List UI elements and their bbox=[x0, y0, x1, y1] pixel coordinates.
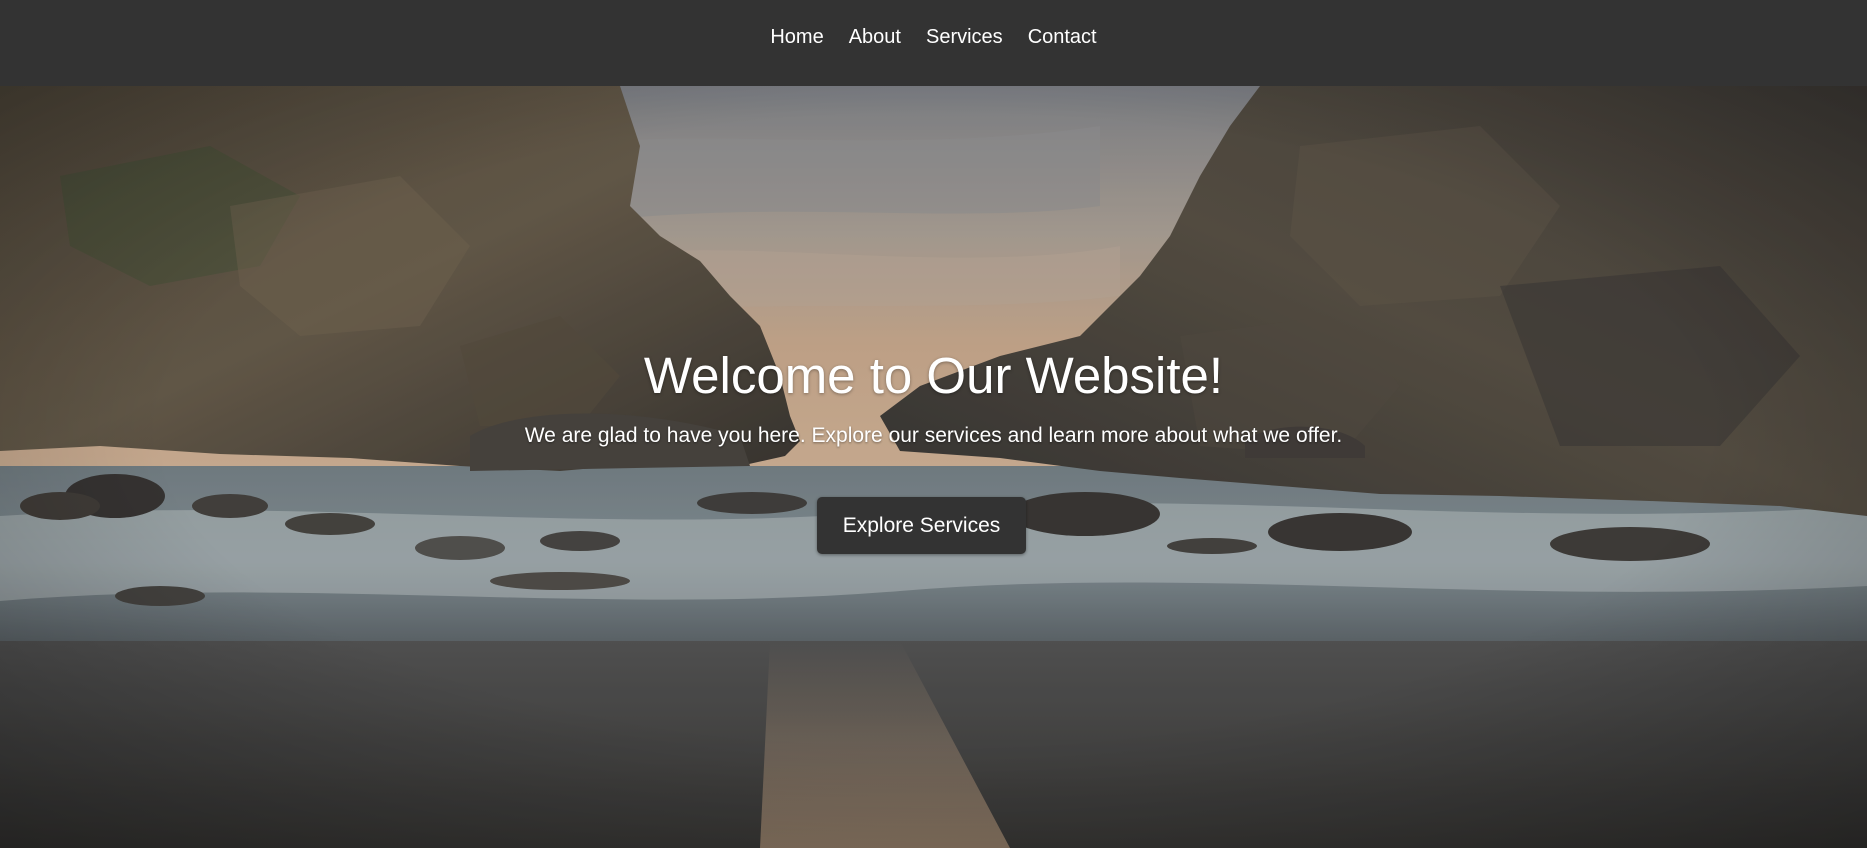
hero-section: Welcome to Our Website! We are glad to h… bbox=[0, 86, 1867, 848]
nav-link-home[interactable]: Home bbox=[758, 26, 836, 48]
hero-content: Welcome to Our Website! We are glad to h… bbox=[0, 86, 1867, 848]
nav-item-contact: Contact bbox=[1015, 25, 1109, 49]
nav-item-about: About bbox=[836, 25, 913, 49]
nav-link-about[interactable]: About bbox=[836, 26, 913, 48]
hero-subtitle: We are glad to have you here. Explore ou… bbox=[524, 424, 1343, 447]
explore-services-button[interactable]: Explore Services bbox=[817, 497, 1026, 554]
nav-link-services[interactable]: Services bbox=[913, 26, 1015, 48]
nav-item-home: Home bbox=[758, 25, 836, 49]
hero-title: Welcome to Our Website! bbox=[643, 347, 1224, 404]
nav-link-contact[interactable]: Contact bbox=[1015, 26, 1109, 48]
nav-item-services: Services bbox=[913, 25, 1015, 49]
nav-menu: Home About Services Contact bbox=[758, 25, 1109, 49]
top-navbar: Home About Services Contact bbox=[0, 0, 1867, 86]
